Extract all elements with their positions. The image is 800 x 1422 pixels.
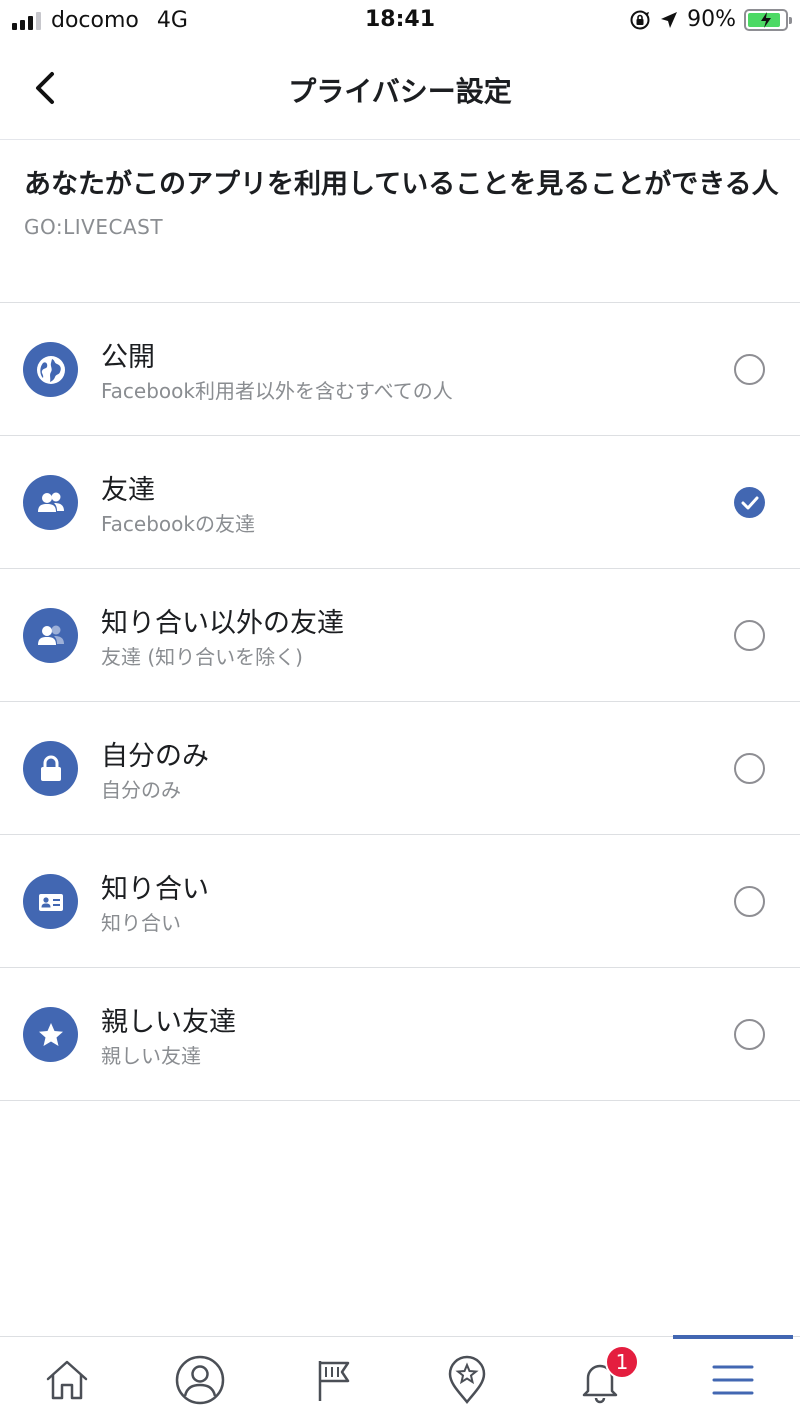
option-description: 友達 (知り合いを除く) — [101, 645, 303, 669]
lock-icon — [23, 741, 78, 796]
option-description: Facebook利用者以外を含むすべての人 — [101, 379, 453, 403]
globe-icon — [23, 342, 78, 397]
option-only-me[interactable]: 自分のみ 自分のみ — [0, 702, 800, 835]
notification-badge: 1 — [605, 1345, 639, 1379]
profile-icon — [175, 1355, 224, 1405]
radio-button-checked[interactable] — [734, 487, 765, 518]
page-title: プライバシー設定 — [288, 75, 512, 108]
option-label: 知り合い以外の友達 — [101, 608, 344, 639]
tab-profile[interactable] — [133, 1337, 266, 1422]
places-star-icon — [448, 1355, 485, 1404]
tab-menu[interactable] — [666, 1337, 799, 1422]
option-description: 親しい友達 — [101, 1044, 201, 1068]
checkmark-icon — [741, 496, 758, 509]
flag-icon — [318, 1361, 349, 1401]
option-label: 自分のみ — [101, 741, 209, 772]
menu-icon — [712, 1365, 753, 1395]
bottom-tab-bar: 1 — [0, 1335, 800, 1422]
app-name: GO:LIVECAST — [24, 215, 164, 239]
audience-options-list: 公開 Facebook利用者以外を含むすべての人 友達 Facebookの友達 — [0, 303, 800, 1101]
option-public[interactable]: 公開 Facebook利用者以外を含むすべての人 — [0, 303, 800, 436]
friends-except-icon — [23, 608, 78, 663]
location-arrow-icon — [661, 11, 678, 28]
tab-home[interactable] — [0, 1337, 133, 1422]
option-description: 自分のみ — [101, 778, 181, 802]
friends-icon — [23, 475, 78, 530]
radio-button[interactable] — [734, 886, 765, 917]
section-header: あなたがこのアプリを利用していることを見ることができる人 GO:LIVECAST — [0, 141, 800, 303]
star-icon — [23, 1007, 78, 1062]
option-close-friends[interactable]: 親しい友達 親しい友達 — [0, 968, 800, 1101]
status-bar: docomo 4G 18:41 90% — [0, 0, 800, 40]
tab-places[interactable] — [400, 1337, 533, 1422]
option-label: 友達 — [101, 475, 155, 506]
option-label: 知り合い — [101, 874, 209, 905]
battery-charging-icon — [744, 8, 792, 31]
option-description: Facebookの友達 — [101, 512, 255, 536]
radio-button[interactable] — [734, 753, 765, 784]
option-label: 公開 — [101, 342, 155, 373]
radio-button[interactable] — [734, 1019, 765, 1050]
nav-bar: プライバシー設定 — [0, 40, 800, 140]
option-friends[interactable]: 友達 Facebookの友達 — [0, 436, 800, 569]
option-label: 親しい友達 — [101, 1007, 236, 1038]
battery-percent: 90% — [687, 7, 736, 32]
rotation-lock-icon — [630, 10, 650, 29]
tab-pages[interactable] — [266, 1337, 399, 1422]
option-friends-except-acquaintances[interactable]: 知り合い以外の友達 友達 (知り合いを除く) — [0, 569, 800, 702]
radio-button[interactable] — [734, 354, 765, 385]
id-card-icon — [23, 874, 78, 929]
radio-button[interactable] — [734, 620, 765, 651]
section-title: あなたがこのアプリを利用していることを見ることができる人 — [24, 169, 779, 200]
status-right: 90% — [629, 7, 792, 32]
tab-notifications[interactable] — [533, 1337, 666, 1422]
option-acquaintances[interactable]: 知り合い 知り合い — [0, 835, 800, 968]
home-icon — [46, 1360, 87, 1400]
option-description: 知り合い — [101, 911, 181, 935]
